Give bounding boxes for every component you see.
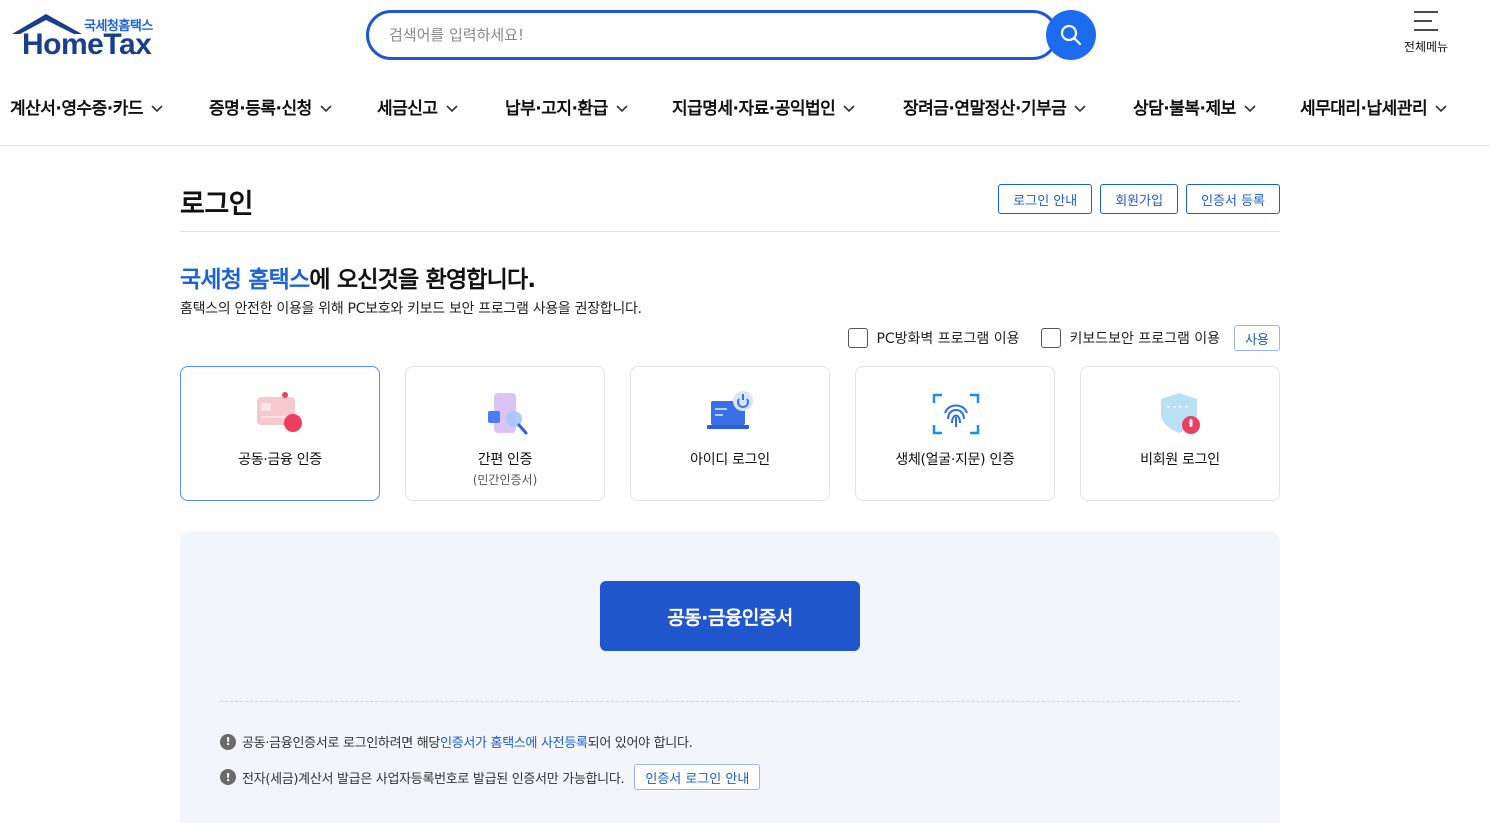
page-title: 로그인 (180, 189, 254, 220)
use-button[interactable]: 사용 (1234, 325, 1280, 351)
chevron-down-icon (1074, 105, 1086, 113)
nav-incentive-yearend[interactable]: 장려금·연말정산·기부금 (903, 94, 1086, 119)
exclamation-icon: ! (220, 769, 236, 785)
title-divider (180, 231, 1280, 232)
laptop-power-icon (707, 391, 753, 429)
keyboard-label: 키보드보안 프로그램 이용 (1069, 331, 1221, 347)
header: 국세청홈택스 HomeTax 전체메뉴 계산서·영수증·카드 증명·등록·신청 … (0, 0, 1490, 146)
chevron-down-icon (445, 105, 458, 113)
method-label: 비회원 로그인 (1140, 452, 1220, 468)
main-navigation: 계산서·영수증·카드 증명·등록·신청 세금신고 납부·고지·환급 지급명세·자… (0, 86, 1490, 126)
chevron-down-icon (151, 105, 163, 113)
firewall-option[interactable]: PC방화벽 프로그램 이용 (848, 328, 1019, 348)
nav-tax-filing[interactable]: 세금신고 (377, 94, 458, 119)
welcome-heading: 국세청 홈택스에 오신것을 환영합니다. (180, 260, 536, 294)
nav-certificate-registration[interactable]: 증명·등록·신청 (209, 94, 332, 119)
hamburger-icon (1414, 11, 1438, 31)
method-label: 생체(얼굴·지문) 인증 (895, 452, 1015, 468)
nav-payment-refund[interactable]: 납부·고지·환급 (505, 94, 628, 119)
top-button-group: 로그인 안내 회원가입 인증서 등록 (998, 184, 1280, 214)
hometax-logo[interactable]: 국세청홈택스 HomeTax (10, 12, 170, 64)
security-description: 홈택스의 안전한 이용을 위해 PC보호와 키보드 보안 프로그램 사용을 권장… (180, 301, 642, 317)
nav-consult-appeal[interactable]: 상담·불복·제보 (1133, 94, 1256, 119)
firewall-label: PC방화벽 프로그램 이용 (876, 331, 1020, 347)
cert-login-guide-button[interactable]: 인증서 로그인 안내 (634, 764, 761, 790)
cert-login-panel: 공동·금융인증서 ! 공동·금융인증서로 로그인하려면 해당 인증서가 홈택스에… (180, 531, 1280, 823)
welcome-rest: 에 오신것을 환영합니다. (309, 267, 536, 293)
shield-thermometer-icon (1161, 393, 1200, 434)
search-button[interactable] (1046, 10, 1096, 60)
search-input[interactable] (366, 10, 1058, 60)
method-biometric[interactable]: 생체(얼굴·지문) 인증 (855, 366, 1055, 501)
login-content: 로그인 로그인 안내 회원가입 인증서 등록 국세청 홈택스에 오신것을 환영합… (180, 146, 1280, 823)
note-invoice-cert: ! 전자(세금)계산서 발급은 사업자등록번호로 발급된 인증서만 가능합니다.… (220, 764, 761, 790)
login-methods: 공동·금융 인증 간편 인증 (민간인증서) 아이디 로그인 생체(얼굴·지문)… (180, 366, 1280, 501)
chevron-down-icon (1244, 105, 1256, 113)
chevron-down-icon (843, 105, 855, 113)
preregistration-link[interactable]: 인증서가 홈택스에 사전등록 (440, 732, 588, 751)
chevron-down-icon (1435, 105, 1447, 113)
method-simple-auth[interactable]: 간편 인증 (민간인증서) (405, 366, 605, 501)
keyboard-checkbox[interactable] (1041, 328, 1062, 348)
cert-register-button[interactable]: 인증서 등록 (1186, 184, 1280, 214)
method-joint-financial-cert[interactable]: 공동·금융 인증 (180, 366, 380, 501)
security-options: PC방화벽 프로그램 이용 키보드보안 프로그램 이용 사용 (848, 324, 1280, 352)
chevron-down-icon (320, 105, 332, 113)
nav-tax-agent[interactable]: 세무대리·납세관리 (1300, 94, 1447, 119)
method-sublabel: (민간인증서) (472, 473, 538, 487)
certificate-card-icon (257, 392, 302, 432)
exclamation-icon: ! (220, 733, 236, 750)
method-label: 간편 인증 (477, 452, 533, 468)
nav-invoice-receipt-card[interactable]: 계산서·영수증·카드 (10, 94, 163, 119)
note-preregistration: ! 공동·금융인증서로 로그인하려면 해당 인증서가 홈택스에 사전등록 되어 있… (220, 732, 693, 751)
join-button[interactable]: 회원가입 (1100, 184, 1179, 214)
fingerprint-icon (932, 393, 980, 435)
all-menu-button[interactable]: 전체메뉴 (1396, 10, 1456, 62)
search-bar (366, 10, 1096, 60)
phone-search-icon (488, 393, 528, 435)
method-label: 아이디 로그인 (690, 452, 770, 468)
keyboard-option[interactable]: 키보드보안 프로그램 이용 (1041, 328, 1220, 348)
method-id-login[interactable]: 아이디 로그인 (630, 366, 830, 501)
method-guest-login[interactable]: 비회원 로그인 (1080, 366, 1280, 501)
login-guide-button[interactable]: 로그인 안내 (998, 184, 1093, 214)
all-menu-label: 전체메뉴 (1403, 40, 1449, 54)
nav-payment-statement[interactable]: 지급명세·자료·공익법인 (672, 94, 855, 119)
firewall-checkbox[interactable] (848, 328, 869, 348)
method-label: 공동·금융 인증 (238, 452, 322, 468)
chevron-down-icon (616, 105, 628, 113)
welcome-accent: 국세청 홈택스 (180, 267, 310, 293)
logo-title: HomeTax (22, 28, 152, 61)
joint-financial-cert-button[interactable]: 공동·금융인증서 (600, 581, 860, 651)
search-icon (1060, 24, 1082, 46)
panel-divider (220, 701, 1240, 702)
